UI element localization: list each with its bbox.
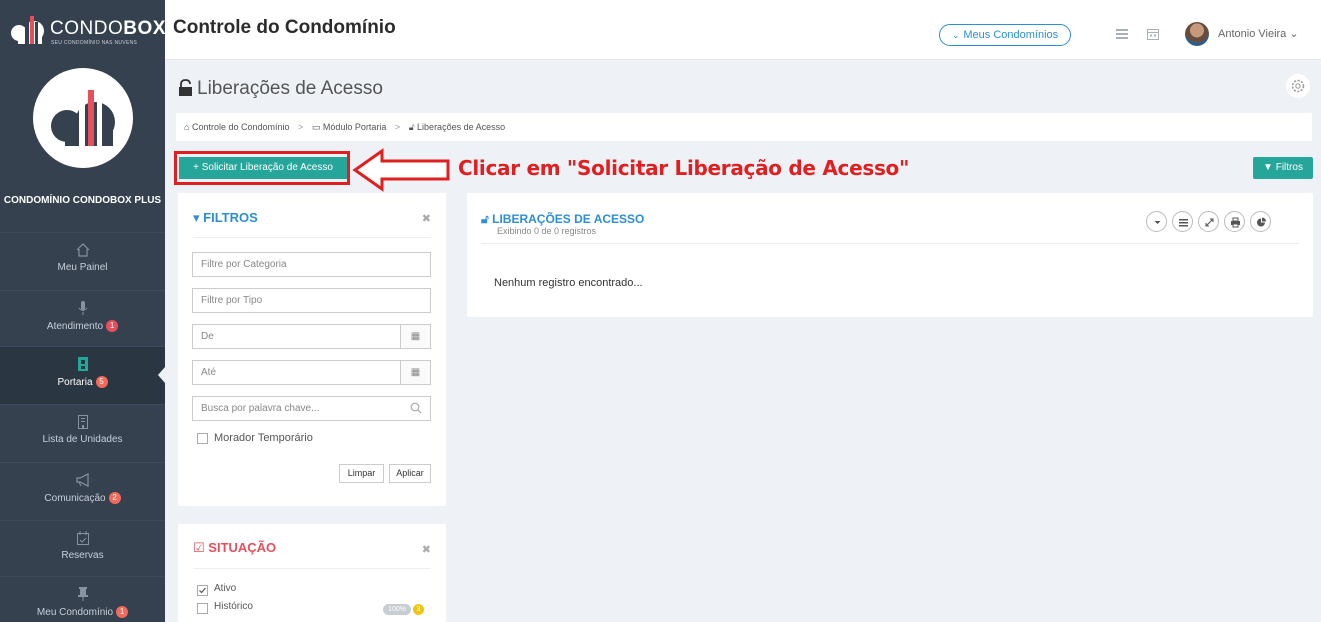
empty-state-message: Nenhum registro encontrado... xyxy=(494,277,643,289)
category-filter-input[interactable]: Filtre por Categoria xyxy=(192,252,431,277)
user-menu[interactable]: Antonio Vieira ⌄ xyxy=(1218,27,1299,40)
close-icon[interactable]: ✖ xyxy=(422,212,431,225)
breadcrumb-separator: > xyxy=(298,122,304,132)
list-record-count: Exibindo 0 de 0 registros xyxy=(497,226,597,236)
apply-button[interactable]: Aplicar xyxy=(389,464,431,483)
list-view-button[interactable] xyxy=(1172,211,1193,232)
divider xyxy=(193,237,431,238)
pie-chart-icon xyxy=(1257,217,1266,227)
my-condominiums-button[interactable]: ⌄ Meus Condomínios xyxy=(939,24,1071,46)
sidebar-item-meu-painel[interactable]: Meu Painel xyxy=(0,232,165,290)
notification-badge: 1 xyxy=(106,320,119,332)
unlock-icon: 🔓︎ xyxy=(408,122,415,132)
calendar-icon[interactable]: ▦ xyxy=(400,325,430,348)
doorman-icon xyxy=(77,357,88,371)
situation-panel: ☑ SITUAÇÃO ✖ Ativo Histórico 100% 3 xyxy=(178,524,446,622)
divider xyxy=(193,568,431,569)
divider xyxy=(481,243,1299,244)
cloud-building-icon xyxy=(51,90,115,146)
building-icon xyxy=(77,415,88,429)
breadcrumb-separator: > xyxy=(394,122,401,132)
annotation-highlight-box xyxy=(174,151,350,185)
megaphone-icon xyxy=(75,473,89,487)
dropdown-button[interactable] xyxy=(1146,211,1167,232)
access-releases-panel: 🔓︎ LIBERAÇÕES DE ACESSO Exibindo 0 de 0 … xyxy=(467,193,1313,317)
sidebar-item-reservas[interactable]: Reservas xyxy=(0,520,165,576)
situation-active-checkbox[interactable] xyxy=(197,585,208,596)
condominium-logo xyxy=(33,68,133,168)
annotation-text: Clicar em "Solicitar Liberação de Acesso… xyxy=(458,156,910,180)
list-title: 🔓︎ LIBERAÇÕES DE ACESSO xyxy=(481,212,645,226)
calendar-check-icon xyxy=(76,531,89,545)
date-to-input[interactable]: Até ▦ xyxy=(192,360,431,385)
print-icon xyxy=(1231,217,1240,228)
calendar-icon[interactable]: ▦ xyxy=(400,361,430,384)
notification-badge: 1 xyxy=(116,606,129,618)
count-badge: 3 xyxy=(413,604,424,615)
situation-title: ☑ SITUAÇÃO xyxy=(193,540,277,555)
sidebar-item-comunicacao[interactable]: Comunicação 2 xyxy=(0,462,165,520)
notification-badge: 5 xyxy=(95,376,108,388)
condominium-name: CONDOMÍNIO CONDOBOX PLUS xyxy=(3,195,162,206)
page-title: Liberações de Acesso xyxy=(178,78,383,100)
user-avatar[interactable] xyxy=(1185,22,1209,46)
monitor-icon: ▭ xyxy=(311,122,321,132)
type-filter-input[interactable]: Filtre por Tipo xyxy=(192,288,431,313)
chart-button[interactable] xyxy=(1250,211,1271,232)
checkbox-icon: ☑ xyxy=(193,540,205,555)
filter-icon: ▼ xyxy=(1263,162,1273,173)
expand-icon xyxy=(1205,218,1214,227)
active-indicator xyxy=(158,367,165,383)
percent-badge: 100% xyxy=(383,604,411,615)
settings-button[interactable] xyxy=(1286,74,1310,98)
pin-icon xyxy=(77,587,88,601)
temporary-resident-checkbox[interactable] xyxy=(197,433,208,444)
annotation-arrow-icon xyxy=(352,148,450,192)
situation-option-label: Histórico xyxy=(214,601,253,612)
filters-toggle-button[interactable]: ▼ Filtros xyxy=(1253,157,1313,179)
filters-panel: ▾ FILTROS ✖ Filtre por Categoria Filtre … xyxy=(178,193,446,506)
sidebar-item-meu-condominio[interactable]: Meu Condomínio 1 xyxy=(0,576,165,622)
home-icon xyxy=(76,243,89,257)
list-icon[interactable] xyxy=(1115,27,1129,41)
print-button[interactable] xyxy=(1224,211,1245,232)
filters-title: ▾ FILTROS xyxy=(193,210,258,225)
list-icon xyxy=(1179,219,1188,227)
logo-subtitle: SEU CONDOMÍNIO NAS NUVENS xyxy=(51,40,138,46)
sidebar-item-lista-de-unidades[interactable]: Lista de Unidades xyxy=(0,404,165,462)
calendar-icon[interactable] xyxy=(1146,27,1160,41)
filter-icon: ▾ xyxy=(193,210,200,225)
app-title: Controle do Condomínio xyxy=(173,17,396,38)
breadcrumb: ⌂ Controle do Condomínio > ▭ Módulo Port… xyxy=(176,113,1312,141)
gear-icon xyxy=(1291,79,1305,93)
sidebar: CONDOMÍNIO CONDOBOX PLUS Meu Painel Aten… xyxy=(0,60,165,622)
unlock-icon xyxy=(179,79,192,96)
logo-text: CONDOBOX xyxy=(50,18,166,39)
expand-button[interactable] xyxy=(1198,211,1219,232)
notification-badge: 2 xyxy=(108,492,121,504)
home-icon: ⌂ xyxy=(184,122,190,132)
close-icon[interactable]: ✖ xyxy=(422,543,431,556)
clear-button[interactable]: Limpar xyxy=(339,464,384,483)
breadcrumb-item: Liberações de Acesso xyxy=(417,122,506,132)
breadcrumb-item[interactable]: Controle do Condomínio xyxy=(192,122,290,132)
search-icon xyxy=(410,402,422,414)
situation-option-label: Ativo xyxy=(214,583,237,594)
keyword-search-input[interactable]: Busca por palavra chave... xyxy=(192,396,431,421)
caret-down-icon xyxy=(1154,221,1161,224)
brand-logo[interactable]: CONDOBOX SEU CONDOMÍNIO NAS NUVENS xyxy=(0,0,165,60)
chevron-down-icon: ⌄ xyxy=(951,30,960,40)
breadcrumb-item[interactable]: Módulo Portaria xyxy=(323,122,387,132)
top-bar: CONDOBOX SEU CONDOMÍNIO NAS NUVENS Contr… xyxy=(0,0,1321,60)
situation-history-checkbox[interactable] xyxy=(197,603,208,614)
sidebar-item-portaria[interactable]: Portaria 5 xyxy=(0,346,165,404)
sidebar-item-atendimento[interactable]: Atendimento 1 xyxy=(0,290,165,346)
unlock-icon: 🔓︎ xyxy=(481,212,489,226)
check-icon xyxy=(199,587,206,594)
microphone-icon xyxy=(78,301,87,315)
condobox-logo-icon xyxy=(11,16,44,44)
temporary-resident-label: Morador Temporário xyxy=(214,432,313,444)
date-from-input[interactable]: De ▦ xyxy=(192,324,431,349)
